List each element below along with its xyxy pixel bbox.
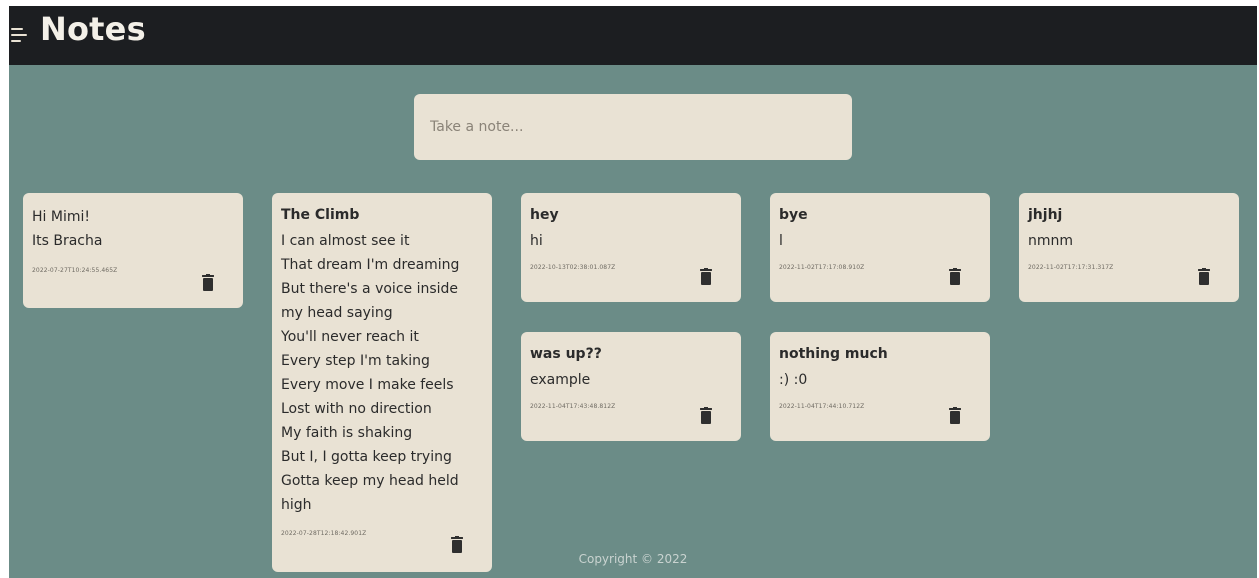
- note-card: bye l 2022-11-02T17:17:08.910Z: [770, 193, 990, 302]
- note-content: :) :0: [779, 372, 808, 388]
- trash-icon: [1198, 268, 1210, 285]
- note-title: was up??: [530, 346, 602, 362]
- trash-icon: [949, 407, 961, 424]
- note-card: nothing much :) :0 2022-11-04T17:44:10.7…: [770, 332, 990, 441]
- note-card: The Climb I can almost see it That dream…: [272, 193, 492, 572]
- note-content: Its Bracha: [32, 233, 103, 249]
- note-content: example: [530, 372, 591, 388]
- delete-note-button[interactable]: [1196, 268, 1212, 286]
- notes-app: Notes Hi Mimi! Its Bracha 2022-07-27T10:…: [9, 6, 1257, 578]
- note-timestamp: 2022-11-04T17:43:48.812Z: [530, 403, 616, 410]
- note-card: jhjhj nmnm 2022-11-02T17:17:31.317Z: [1019, 193, 1239, 302]
- note-timestamp: 2022-07-28T12:18:42.901Z: [281, 530, 367, 537]
- note-content: I can almost see it That dream I'm dream…: [281, 233, 460, 513]
- note-card: Hi Mimi! Its Bracha 2022-07-27T10:24:55.…: [23, 193, 243, 308]
- app-title: Notes: [40, 10, 146, 48]
- note-title: jhjhj: [1028, 207, 1063, 223]
- trash-icon: [700, 268, 712, 285]
- note-timestamp: 2022-11-04T17:44:10.712Z: [779, 403, 865, 410]
- note-title: bye: [779, 207, 808, 223]
- note-timestamp: 2022-11-02T17:17:31.317Z: [1028, 264, 1114, 271]
- note-content: Hi Mimi!: [32, 209, 90, 225]
- note-timestamp: 2022-10-13T02:38:01.087Z: [530, 264, 616, 271]
- trash-icon: [949, 268, 961, 285]
- note-timestamp: 2022-11-02T17:17:08.910Z: [779, 264, 865, 271]
- note-title: hey: [530, 207, 559, 223]
- delete-note-button[interactable]: [947, 407, 963, 425]
- note-card: hey hi 2022-10-13T02:38:01.087Z: [521, 193, 741, 302]
- note-content: l: [779, 233, 783, 249]
- hamburger-menu-icon[interactable]: [11, 28, 27, 42]
- copyright-footer: Copyright © 2022: [578, 552, 688, 566]
- trash-icon: [202, 274, 214, 291]
- note-title: The Climb: [281, 207, 360, 223]
- note-title: nothing much: [779, 346, 888, 362]
- delete-note-button[interactable]: [698, 268, 714, 286]
- note-card: was up?? example 2022-11-04T17:43:48.812…: [521, 332, 741, 441]
- header: Notes: [9, 6, 1257, 65]
- delete-note-button[interactable]: [698, 407, 714, 425]
- note-content: nmnm: [1028, 233, 1074, 249]
- note-content: hi: [530, 233, 543, 249]
- trash-icon: [700, 407, 712, 424]
- delete-note-button[interactable]: [947, 268, 963, 286]
- delete-note-button[interactable]: [200, 274, 216, 292]
- take-note-input[interactable]: [414, 94, 852, 160]
- note-timestamp: 2022-07-27T10:24:55.465Z: [32, 267, 118, 274]
